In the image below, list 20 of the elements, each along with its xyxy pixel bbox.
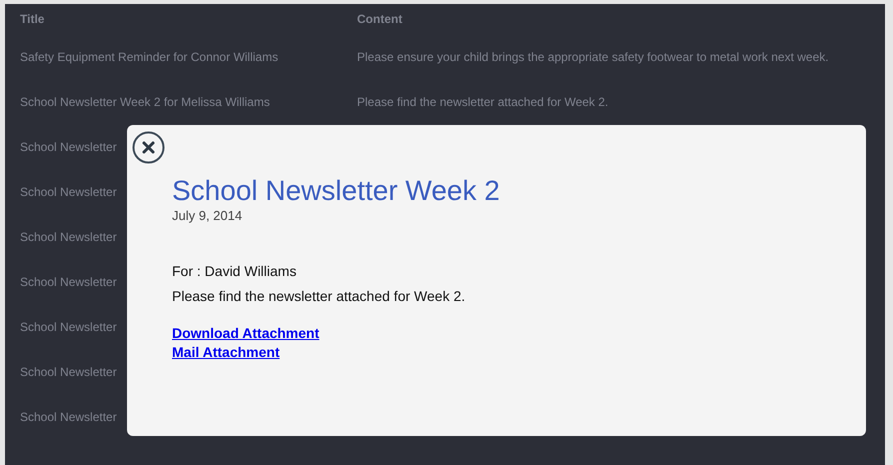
table-cell: School Newsletter [20, 140, 117, 154]
message-text: Please find the newsletter attached for Week 2. [172, 288, 466, 304]
table-cell: School Newsletter Week 2 for Melissa Williams [20, 94, 270, 108]
attachment-link[interactable]: Mail Attachment [172, 343, 280, 362]
table-cell: School Newsletter [20, 364, 117, 378]
table-cell: School Newsletter [20, 274, 117, 288]
table-cell: School Newsletter [20, 410, 117, 424]
date-text: July 9, 2014 [172, 208, 244, 223]
table-cell: School Newsletter [20, 184, 117, 198]
column-header: Title [20, 12, 44, 26]
newsletter-title: School Newsletter Week 2 [172, 175, 501, 207]
table-cell: School Newsletter [20, 320, 117, 334]
table-cell: Please ensure your child brings the appropriate safety footwear to metal work next week. [357, 50, 829, 64]
recipient-text: For : David Williams [172, 263, 298, 279]
column-header: Content [357, 12, 402, 26]
attachment-link[interactable]: Download Attachment [172, 324, 320, 343]
table-cell: School Newsletter [20, 230, 117, 244]
table-cell: Safety Equipment Reminder for Connor Williams [20, 50, 278, 64]
table-cell: Please find the newsletter attached for Week 2. [357, 94, 608, 108]
close-icon[interactable] [132, 131, 165, 164]
